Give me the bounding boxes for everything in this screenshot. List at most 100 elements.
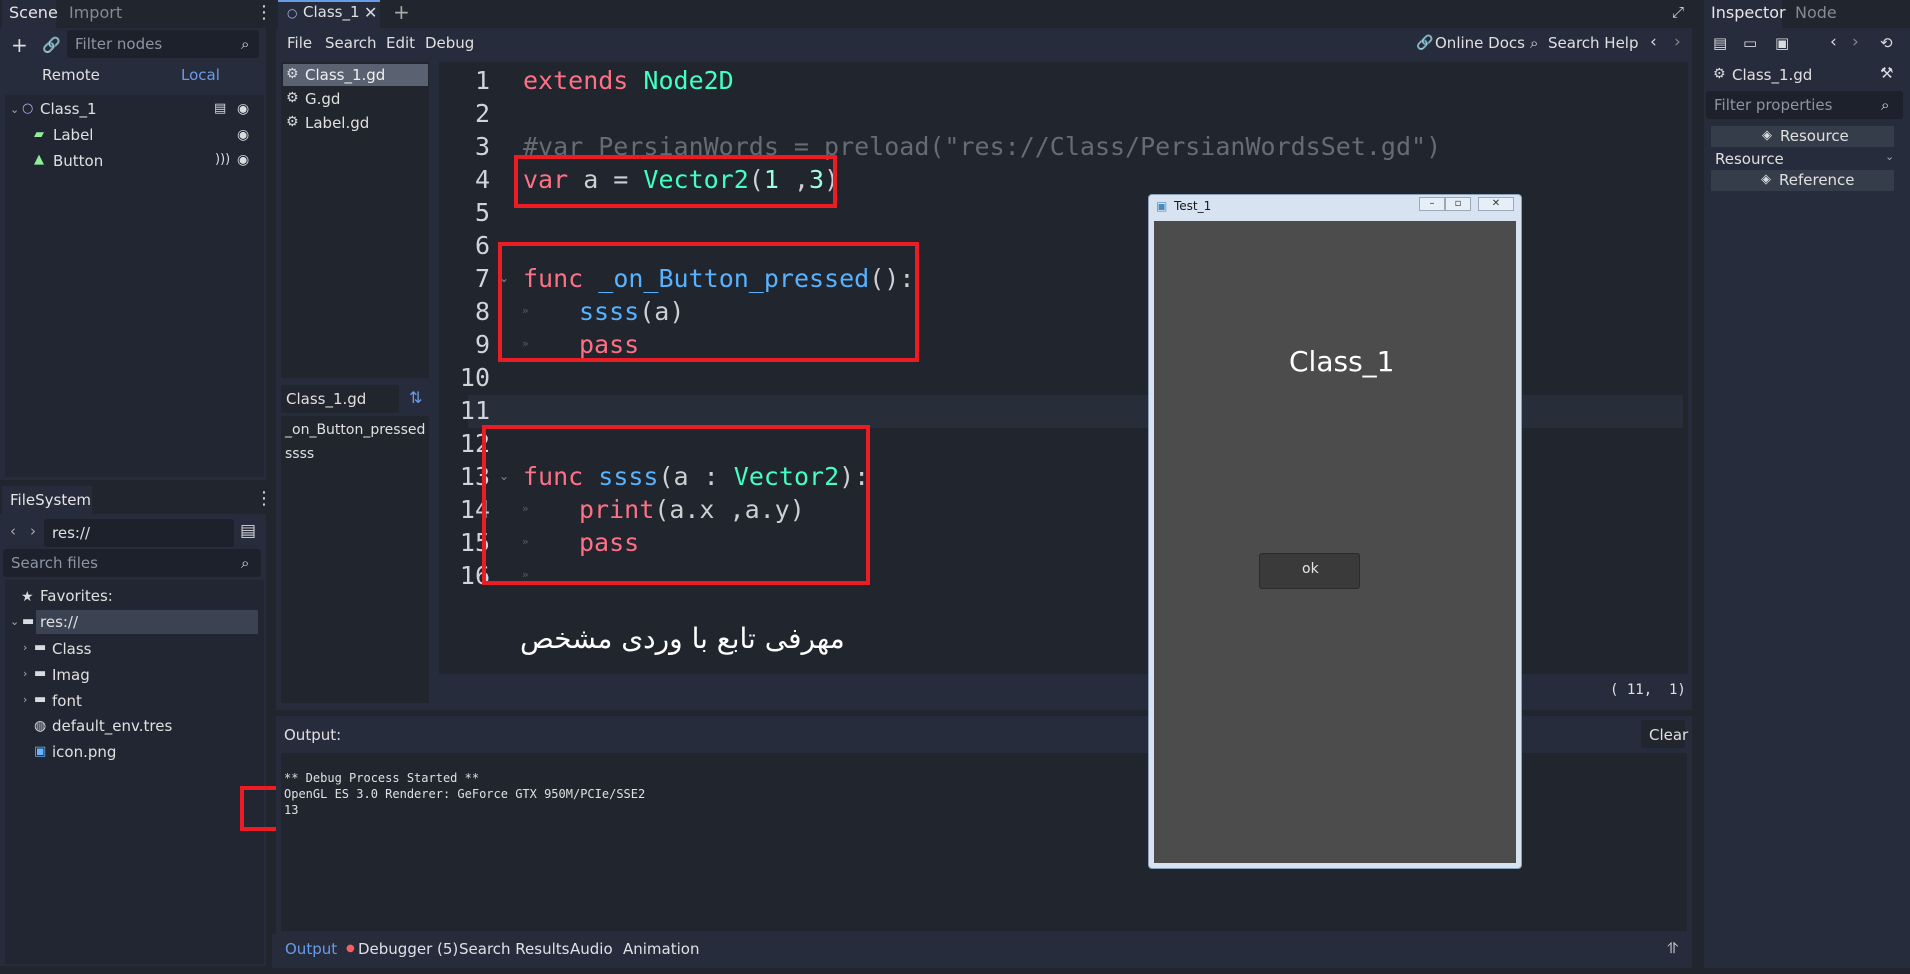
back-icon[interactable]: ‹	[10, 524, 16, 539]
tab-audio[interactable]: Audio	[570, 940, 613, 958]
search-help-icon: ⌕	[1530, 34, 1539, 52]
file-row[interactable]: default_env.tres	[52, 714, 172, 738]
button-node-icon: ▲	[34, 152, 44, 167]
tab-class1-label: Class_1	[303, 3, 360, 21]
online-docs-button[interactable]: Online Docs	[1435, 34, 1525, 52]
folder-row[interactable]: font	[52, 689, 82, 713]
view-mode-icon[interactable]: ▤	[240, 523, 256, 540]
method-item[interactable]: ssss	[285, 446, 314, 462]
dock-menu-icon[interactable]: ⋮	[255, 490, 273, 508]
collapse-arrow-icon[interactable]: ⌄	[10, 616, 19, 627]
script-item[interactable]: Label.gd	[305, 114, 369, 132]
visibility-eye-icon[interactable]: ◉	[237, 102, 249, 116]
file-row[interactable]: icon.png	[52, 740, 116, 764]
search-help-button[interactable]: Search Help	[1548, 34, 1639, 52]
output-line: 13	[284, 803, 299, 817]
add-tab-icon[interactable]: +	[393, 2, 410, 22]
gear-icon: ⚙	[1713, 66, 1726, 82]
tab-node[interactable]: Node	[1795, 3, 1837, 22]
collapse-arrow-icon[interactable]: ⌄	[10, 104, 19, 115]
history-back-icon[interactable]: ‹	[1650, 34, 1657, 51]
filesystem-title: FileSystem	[10, 491, 92, 509]
output-line: ** Debug Process Started **	[284, 771, 480, 785]
close-icon[interactable]: ✕	[364, 5, 377, 21]
favorites-row[interactable]: Favorites:	[40, 584, 113, 608]
history-back-icon[interactable]: ‹	[1830, 34, 1837, 51]
visibility-eye-icon[interactable]: ◉	[237, 153, 249, 167]
tab-import[interactable]: Import	[69, 3, 122, 22]
tab-animation[interactable]: Animation	[623, 940, 699, 958]
folder-icon: ▬	[34, 692, 47, 707]
history-icon[interactable]: ⟲	[1880, 36, 1893, 51]
keyword: var	[523, 165, 569, 194]
folder-row[interactable]: Class	[52, 637, 91, 661]
type: Node2D	[643, 66, 734, 95]
line-number: 1	[474, 66, 490, 95]
script-item[interactable]: G.gd	[305, 90, 340, 108]
tab-search-results[interactable]: Search Results	[459, 940, 569, 958]
folder-label: Class	[52, 640, 92, 658]
dock-menu-icon[interactable]: ⋮	[255, 4, 273, 22]
code-line-1: extends Node2D	[523, 64, 734, 97]
open-folder-icon[interactable]: ▭	[1743, 36, 1757, 51]
filter-properties-input[interactable]: Filter properties	[1706, 91, 1903, 119]
save-icon[interactable]: ▣	[1775, 36, 1789, 51]
code-text: ():	[869, 264, 915, 293]
history-forward-icon[interactable]: ›	[1674, 34, 1681, 51]
tab-output[interactable]: Output	[285, 940, 337, 958]
tree-node-label: Class_1	[40, 100, 97, 118]
line-number: 2	[474, 99, 490, 128]
minimize-button[interactable]: –	[1419, 197, 1445, 211]
game-window-title: Test_1	[1174, 199, 1212, 213]
expand-arrow-icon[interactable]: ›	[23, 668, 27, 679]
tree-node-label-row[interactable]: Label	[53, 123, 93, 147]
gear-icon: ⚙	[286, 66, 299, 82]
filter-nodes-input[interactable]: Filter nodes	[67, 30, 259, 58]
folder-row[interactable]: Imag	[52, 663, 90, 687]
code-line-14: print(a.x ,a.y)	[579, 493, 805, 526]
expand-panel-icon[interactable]: ⥣	[1667, 941, 1678, 956]
expand-arrow-icon[interactable]: ›	[23, 642, 27, 653]
fold-arrow-icon[interactable]: ⌄	[499, 272, 509, 284]
resource-subsection-label[interactable]: Resource	[1715, 150, 1784, 168]
menu-edit[interactable]: Edit	[386, 34, 415, 52]
res-root-row[interactable]: res://	[40, 610, 78, 634]
search-icon: ⌕	[241, 554, 250, 572]
cursor-position: ( 11, 1)	[1610, 682, 1686, 698]
close-button[interactable]: ✕	[1478, 197, 1514, 211]
line-number-gutter: 1 2 3 4 5 6 7 8 9 10 11 12 13 14 15 16	[440, 64, 490, 604]
fold-arrow-icon[interactable]: ⌄	[499, 470, 509, 482]
file-label: icon.png	[52, 743, 117, 761]
add-node-icon[interactable]: +	[11, 35, 28, 55]
menu-search[interactable]: Search	[325, 34, 377, 52]
history-forward-icon[interactable]: ›	[1852, 34, 1859, 51]
new-resource-icon[interactable]: ▤	[1713, 36, 1727, 51]
code-text: ):	[839, 462, 870, 491]
tab-debugger[interactable]: Debugger (5)	[358, 940, 458, 958]
tree-node-class1[interactable]: Class_1	[40, 97, 97, 121]
function-name: ssss	[598, 462, 659, 491]
link-icon[interactable]: 🔗	[42, 38, 61, 53]
visibility-eye-icon[interactable]: ◉	[237, 128, 249, 142]
menu-file[interactable]: File	[287, 34, 312, 52]
script-icon[interactable]: ▤	[214, 102, 226, 115]
signal-icon[interactable]: )))	[215, 153, 230, 166]
forward-icon[interactable]: ›	[30, 524, 36, 539]
cube-icon: ◈	[1761, 172, 1771, 187]
resource-section-label: Resource	[1780, 127, 1849, 145]
distraction-free-icon[interactable]: ⤢	[1672, 5, 1684, 20]
script-item[interactable]: Class_1.gd	[305, 66, 385, 84]
maximize-button[interactable]: ▫	[1445, 197, 1471, 211]
inspected-object[interactable]: Class_1.gd	[1732, 66, 1812, 84]
tree-node-label: Label	[53, 126, 94, 144]
object-tools-icon[interactable]: ⚒	[1880, 66, 1893, 81]
tree-node-button-row[interactable]: Button	[53, 149, 103, 173]
path-input[interactable]: res://	[44, 519, 234, 547]
chevron-down-icon[interactable]: ⌄	[1885, 151, 1894, 162]
search-files-input[interactable]: Search files	[3, 549, 261, 577]
method-item[interactable]: _on_Button_pressed	[285, 422, 425, 438]
cube-icon: ◈	[1762, 128, 1772, 143]
sort-icon[interactable]: ⇅	[409, 390, 422, 406]
expand-arrow-icon[interactable]: ›	[23, 694, 27, 705]
menu-debug[interactable]: Debug	[425, 34, 474, 52]
